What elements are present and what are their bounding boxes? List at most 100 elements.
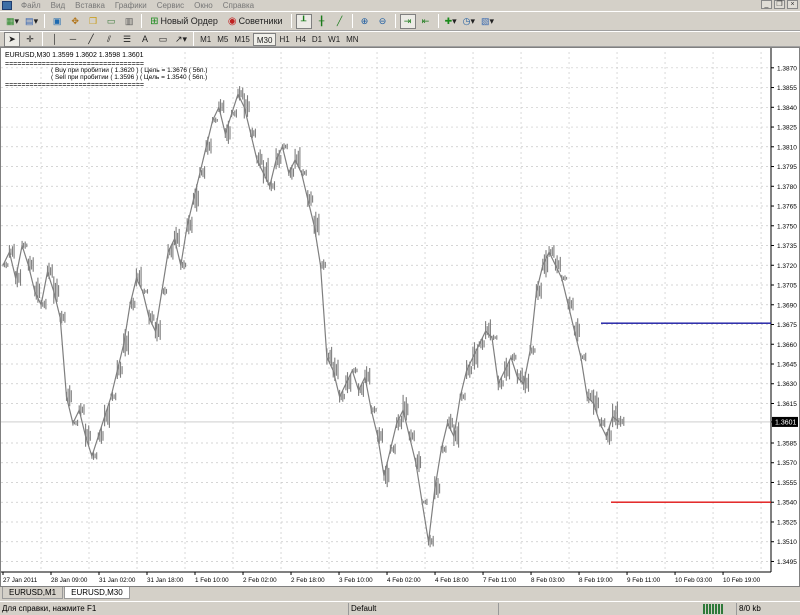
line-chart-icon[interactable]: ╱ [332,14,348,29]
y-tick-label: 1.3870 [777,65,797,72]
y-tick-label: 1.3705 [777,283,797,290]
indicators-icon[interactable]: ✚ ▾ [443,14,459,29]
new-chart-icon[interactable]: ▦ ▾ [4,14,21,29]
y-tick-label: 1.3840 [777,105,797,112]
app-icon[interactable] [2,1,12,10]
timeframe-m5[interactable]: M5 [214,33,231,46]
x-tick-label: 1 Feb 10:00 [195,577,229,584]
menu-help[interactable]: Справка [218,0,259,11]
x-tick-label: 31 Jan 02:00 [99,577,136,584]
x-tick-label: 28 Jan 09:00 [51,577,88,584]
trend-line-icon[interactable]: ╱ [83,32,99,47]
text-tool-icon[interactable]: A [137,32,153,47]
tester-icon[interactable]: ▥ [121,14,137,29]
y-tick-label: 1.3765 [777,204,797,211]
price-series [2,86,625,548]
chart-shift-icon[interactable]: ⇤ [418,14,434,29]
toolbar-separator [193,32,195,46]
time-axis: 27 Jan 2011 28 Jan 09:00 31 Jan 02:00 31 Ja… [2,572,761,584]
expert-advisors-button[interactable]: ◉ Советники [224,14,287,29]
x-tick-label: 4 Feb 18:00 [435,577,469,584]
timeframe-m15[interactable]: M15 [231,33,253,46]
menu-bar: Файл Вид Вставка Графики Сервис Окно Спр… [0,0,800,11]
status-traffic: 8/0 kb [736,603,800,615]
status-bar: Для справки, нажмите F1 Default 8/0 kb [0,601,800,615]
close-icon[interactable]: × [787,0,798,9]
horizontal-line-icon[interactable]: ─ [65,32,81,47]
y-tick-label: 1.3690 [777,302,797,309]
bar-chart-icon[interactable]: ┸ [295,13,312,29]
timeframe-m1[interactable]: M1 [197,33,214,46]
minimize-icon[interactable]: _ [761,0,772,9]
y-tick-label: 1.3630 [777,381,797,388]
toolbar-separator [290,14,292,28]
auto-scroll-icon[interactable]: ⇥ [399,13,416,29]
price-line [2,92,620,542]
profiles-icon[interactable]: ▤ ▾ [23,14,40,29]
drawing-toolbar: ➤ ✛ │ ─ ╱ ⫽ ☰ A ▭ ↗▾ M1 M5 M15 M30 H1 H4… [0,31,800,47]
sell-signal-text: ( Sell при пробитии ( 1.3596 ) ( Цель = … [51,73,207,81]
arrows-icon[interactable]: ↗▾ [173,32,189,47]
chart-tabs: EURUSD,M1 EURUSD,M30 [0,587,800,600]
timeframe-h4[interactable]: H4 [293,33,309,46]
y-tick-label: 1.3585 [777,440,797,447]
new-order-button[interactable]: ⊞ Новый Ордер [146,14,222,29]
market-watch-icon[interactable]: ▣ [49,14,65,29]
periods-icon[interactable]: ◷ ▾ [461,14,477,29]
toolbar-separator [42,32,43,46]
y-tick-label: 1.3495 [777,559,797,566]
data-window-icon[interactable]: ✥ [67,14,83,29]
zoom-out-icon[interactable]: ⊖ [375,14,391,29]
price-chart[interactable]: 1.3870 1.3855 1.3840 1.3825 1.3810 1.3795 1.37… [1,48,799,586]
info-separator-bottom: ================================== [5,82,144,89]
vertical-line-icon[interactable]: │ [47,32,63,47]
y-tick-label: 1.3615 [777,401,797,408]
y-tick-label: 1.3555 [777,480,797,487]
zoom-in-icon[interactable]: ⊕ [357,14,373,29]
x-tick-label: 8 Feb 19:00 [579,577,613,584]
menu-tools[interactable]: Сервис [152,0,189,11]
navigator-icon[interactable]: ❒ [85,14,101,29]
y-tick-label: 1.3720 [777,263,797,270]
menu-file[interactable]: Файл [16,0,46,11]
x-tick-label: 27 Jan 2011 [3,577,38,584]
y-tick-label: 1.3675 [777,322,797,329]
crosshair-icon[interactable]: ✛ [22,32,38,47]
fibonacci-icon[interactable]: ☰ [119,32,135,47]
y-tick-label: 1.3540 [777,500,797,507]
connection-bars-icon [703,604,723,614]
price-bars [2,86,625,548]
candlestick-chart-icon[interactable]: ╂ [314,14,330,29]
menu-insert[interactable]: Вставка [70,0,110,11]
text-label-icon[interactable]: ▭ [155,32,171,47]
cursor-icon[interactable]: ➤ [4,31,20,47]
x-tick-label: 2 Feb 02:00 [243,577,277,584]
status-empty [498,603,700,615]
y-tick-label: 1.3570 [777,460,797,467]
timeframe-h1[interactable]: H1 [276,33,292,46]
tab-eurusd-m1[interactable]: EURUSD,M1 [2,587,64,599]
y-tick-label: 1.3825 [777,125,797,132]
restore-icon[interactable]: ❐ [774,0,785,9]
tab-eurusd-m30[interactable]: EURUSD,M30 [64,587,130,599]
y-tick-label: 1.3780 [777,184,797,191]
terminal-icon[interactable]: ▭ [103,14,119,29]
menu-view[interactable]: Вид [46,0,70,11]
templates-icon[interactable]: ▧ ▾ [479,14,496,29]
timeframe-mn[interactable]: MN [343,33,361,46]
x-tick-label: 8 Feb 03:00 [531,577,565,584]
y-tick-label: 1.3810 [777,144,797,151]
menu-window[interactable]: Окно [189,0,218,11]
y-tick-label: 1.3645 [777,362,797,369]
equidistant-channel-icon[interactable]: ⫽ [101,32,117,47]
menu-charts[interactable]: Графики [110,0,152,11]
timeframe-w1[interactable]: W1 [325,33,343,46]
x-tick-label: 31 Jan 18:00 [147,577,184,584]
timeframe-d1[interactable]: D1 [309,33,325,46]
timeframe-m30[interactable]: M30 [252,32,277,46]
x-tick-label: 10 Feb 19:00 [723,577,761,584]
chart-window[interactable]: 1.3870 1.3855 1.3840 1.3825 1.3810 1.3795 1.37… [0,47,800,587]
status-profile: Default [348,603,498,615]
x-tick-label: 9 Feb 11:00 [627,577,661,584]
toolbar-separator [351,14,353,28]
